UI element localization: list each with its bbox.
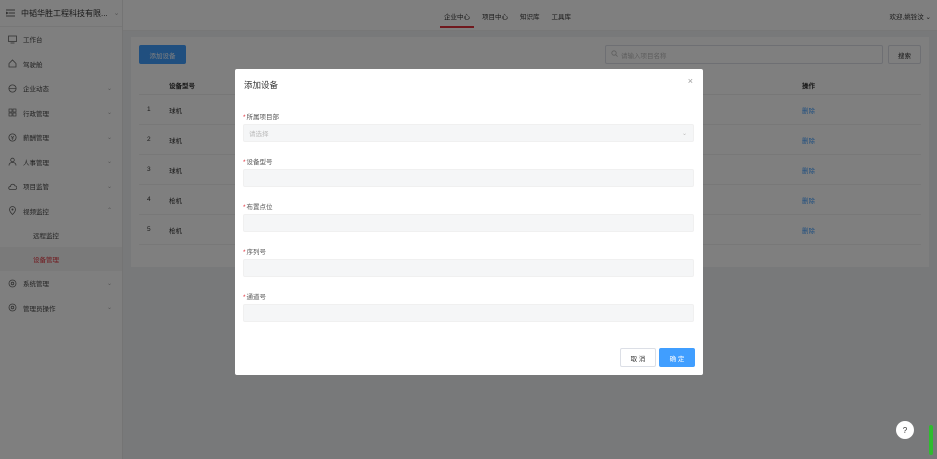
- field-label: *序列号: [243, 246, 266, 256]
- field-input[interactable]: [243, 214, 694, 232]
- help-button[interactable]: ?: [896, 421, 914, 439]
- field-label: *通道号: [243, 291, 266, 301]
- side-indicator: [929, 425, 933, 455]
- field-input[interactable]: [243, 169, 694, 187]
- required-mark: *: [243, 114, 246, 121]
- field-label: *所属项目部: [243, 111, 279, 121]
- chevron-down-icon: ⌄: [681, 130, 687, 137]
- field-label: *布置点位: [243, 201, 273, 211]
- field-input[interactable]: [243, 304, 694, 322]
- field-label-text: 设备型号: [246, 159, 273, 166]
- required-mark: *: [243, 204, 246, 211]
- project-select[interactable]: 请选择 ⌄: [243, 124, 694, 142]
- confirm-button[interactable]: 确 定: [659, 348, 695, 367]
- cancel-button[interactable]: 取 消: [620, 348, 656, 367]
- field-label: *设备型号: [243, 156, 273, 166]
- field-placeholder: 请选择: [249, 131, 269, 138]
- field-input[interactable]: [243, 259, 694, 277]
- field-label-text: 布置点位: [246, 204, 273, 211]
- dialog-title: 添加设备: [244, 80, 279, 90]
- required-mark: *: [243, 294, 246, 301]
- required-mark: *: [243, 249, 246, 256]
- add-device-dialog: 添加设备 × *所属项目部 请选择 ⌄ *设备型号 *布置点位 *序列号 *通道号 取 消 …: [235, 69, 703, 375]
- field-label-text: 序列号: [246, 249, 267, 256]
- close-icon[interactable]: ×: [688, 76, 693, 86]
- field-label-text: 通道号: [246, 294, 267, 301]
- field-label-text: 所属项目部: [246, 114, 280, 121]
- required-mark: *: [243, 159, 246, 166]
